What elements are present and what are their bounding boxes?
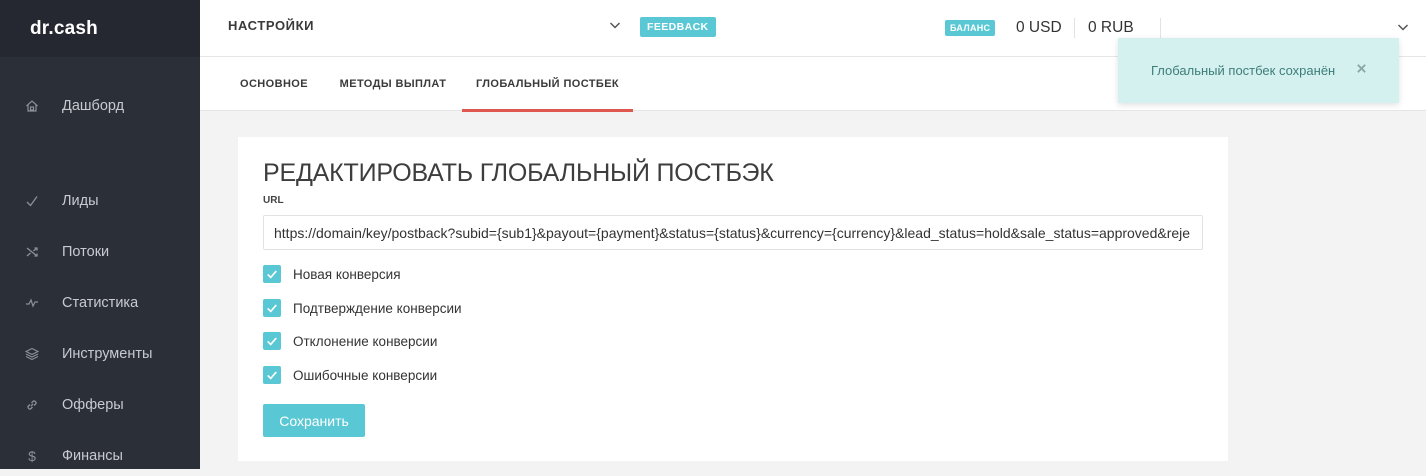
checkbox-checked-icon[interactable] — [263, 299, 281, 317]
close-icon[interactable] — [1354, 61, 1368, 75]
checkbox-label: Ошибочные конверсии — [293, 367, 438, 383]
checkbox-new-conversion[interactable]: Новая конверсия — [263, 265, 401, 283]
sidebar-item-label: Инструменты — [62, 346, 153, 362]
sidebar-item-label: Потоки — [62, 244, 110, 260]
sidebar-item-leads[interactable]: Лиды — [0, 181, 200, 221]
url-label: URL — [263, 195, 284, 206]
sidebar-item-tools[interactable]: Инструменты — [0, 334, 200, 374]
sidebar: dr.cash Дашборд Лиды Потоки Статистика И… — [0, 0, 200, 469]
card-title: РЕДАКТИРОВАТЬ ГЛОБАЛЬНЫЙ ПОСТБЭК — [263, 159, 774, 187]
success-toast: Глобальный постбек сохранён — [1118, 38, 1399, 103]
sidebar-item-label: Офферы — [62, 397, 124, 413]
shuffle-icon — [24, 244, 40, 260]
checkbox-error-conversions[interactable]: Ошибочные конверсии — [263, 366, 437, 384]
checkbox-label: Отклонение конверсии — [293, 333, 438, 349]
postback-card: РЕДАКТИРОВАТЬ ГЛОБАЛЬНЫЙ ПОСТБЭК URL Нов… — [238, 137, 1228, 461]
save-button[interactable]: Сохранить — [263, 404, 365, 437]
layers-icon — [24, 346, 40, 362]
checkbox-checked-icon[interactable] — [263, 265, 281, 283]
logo[interactable]: dr.cash — [30, 18, 98, 40]
tab-global-postback[interactable]: ГЛОБАЛЬНЫЙ ПОСТБЕК — [462, 57, 633, 112]
tab-general[interactable]: ОСНОВНОЕ — [230, 57, 318, 111]
feedback-button[interactable]: FEEDBACK — [640, 17, 716, 37]
sidebar-item-statistics[interactable]: Статистика — [0, 283, 200, 323]
checkbox-label: Новая конверсия — [293, 266, 401, 282]
sidebar-item-streams[interactable]: Потоки — [0, 232, 200, 272]
page-title: НАСТРОЙКИ — [228, 18, 315, 33]
home-icon — [24, 98, 40, 114]
activity-icon — [24, 295, 40, 311]
balance-badge: БАЛАНС — [945, 20, 996, 36]
balance-usd: 0 USD — [1016, 19, 1062, 36]
check-icon — [24, 193, 40, 209]
sidebar-item-finance[interactable]: $ Финансы — [0, 436, 200, 476]
checkbox-conversion-rejection[interactable]: Отклонение конверсии — [263, 332, 437, 350]
sidebar-item-label: Лиды — [62, 193, 99, 209]
user-menu-chevron-icon[interactable] — [1396, 20, 1410, 34]
sidebar-item-dashboard[interactable]: Дашборд — [0, 86, 200, 126]
sidebar-item-offers[interactable]: Офферы — [0, 385, 200, 425]
link-icon — [24, 397, 40, 413]
balance-rub: 0 RUB — [1088, 19, 1134, 36]
logo-bar: dr.cash — [0, 0, 200, 57]
tab-payout-methods[interactable]: МЕТОДЫ ВЫПЛАТ — [336, 57, 450, 111]
checkbox-conversion-approval[interactable]: Подтверждение конверсии — [263, 299, 462, 317]
divider — [1074, 18, 1075, 38]
sidebar-item-label: Статистика — [62, 295, 139, 311]
checkbox-checked-icon[interactable] — [263, 366, 281, 384]
divider — [1160, 18, 1161, 38]
sidebar-item-label: Дашборд — [62, 98, 125, 114]
sidebar-item-label: Финансы — [62, 448, 123, 464]
checkbox-checked-icon[interactable] — [263, 332, 281, 350]
dollar-icon: $ — [28, 448, 36, 464]
toast-message: Глобальный постбек сохранён — [1151, 63, 1336, 78]
chevron-down-icon[interactable] — [608, 18, 622, 32]
url-input[interactable] — [263, 215, 1203, 250]
checkbox-label: Подтверждение конверсии — [293, 300, 462, 316]
